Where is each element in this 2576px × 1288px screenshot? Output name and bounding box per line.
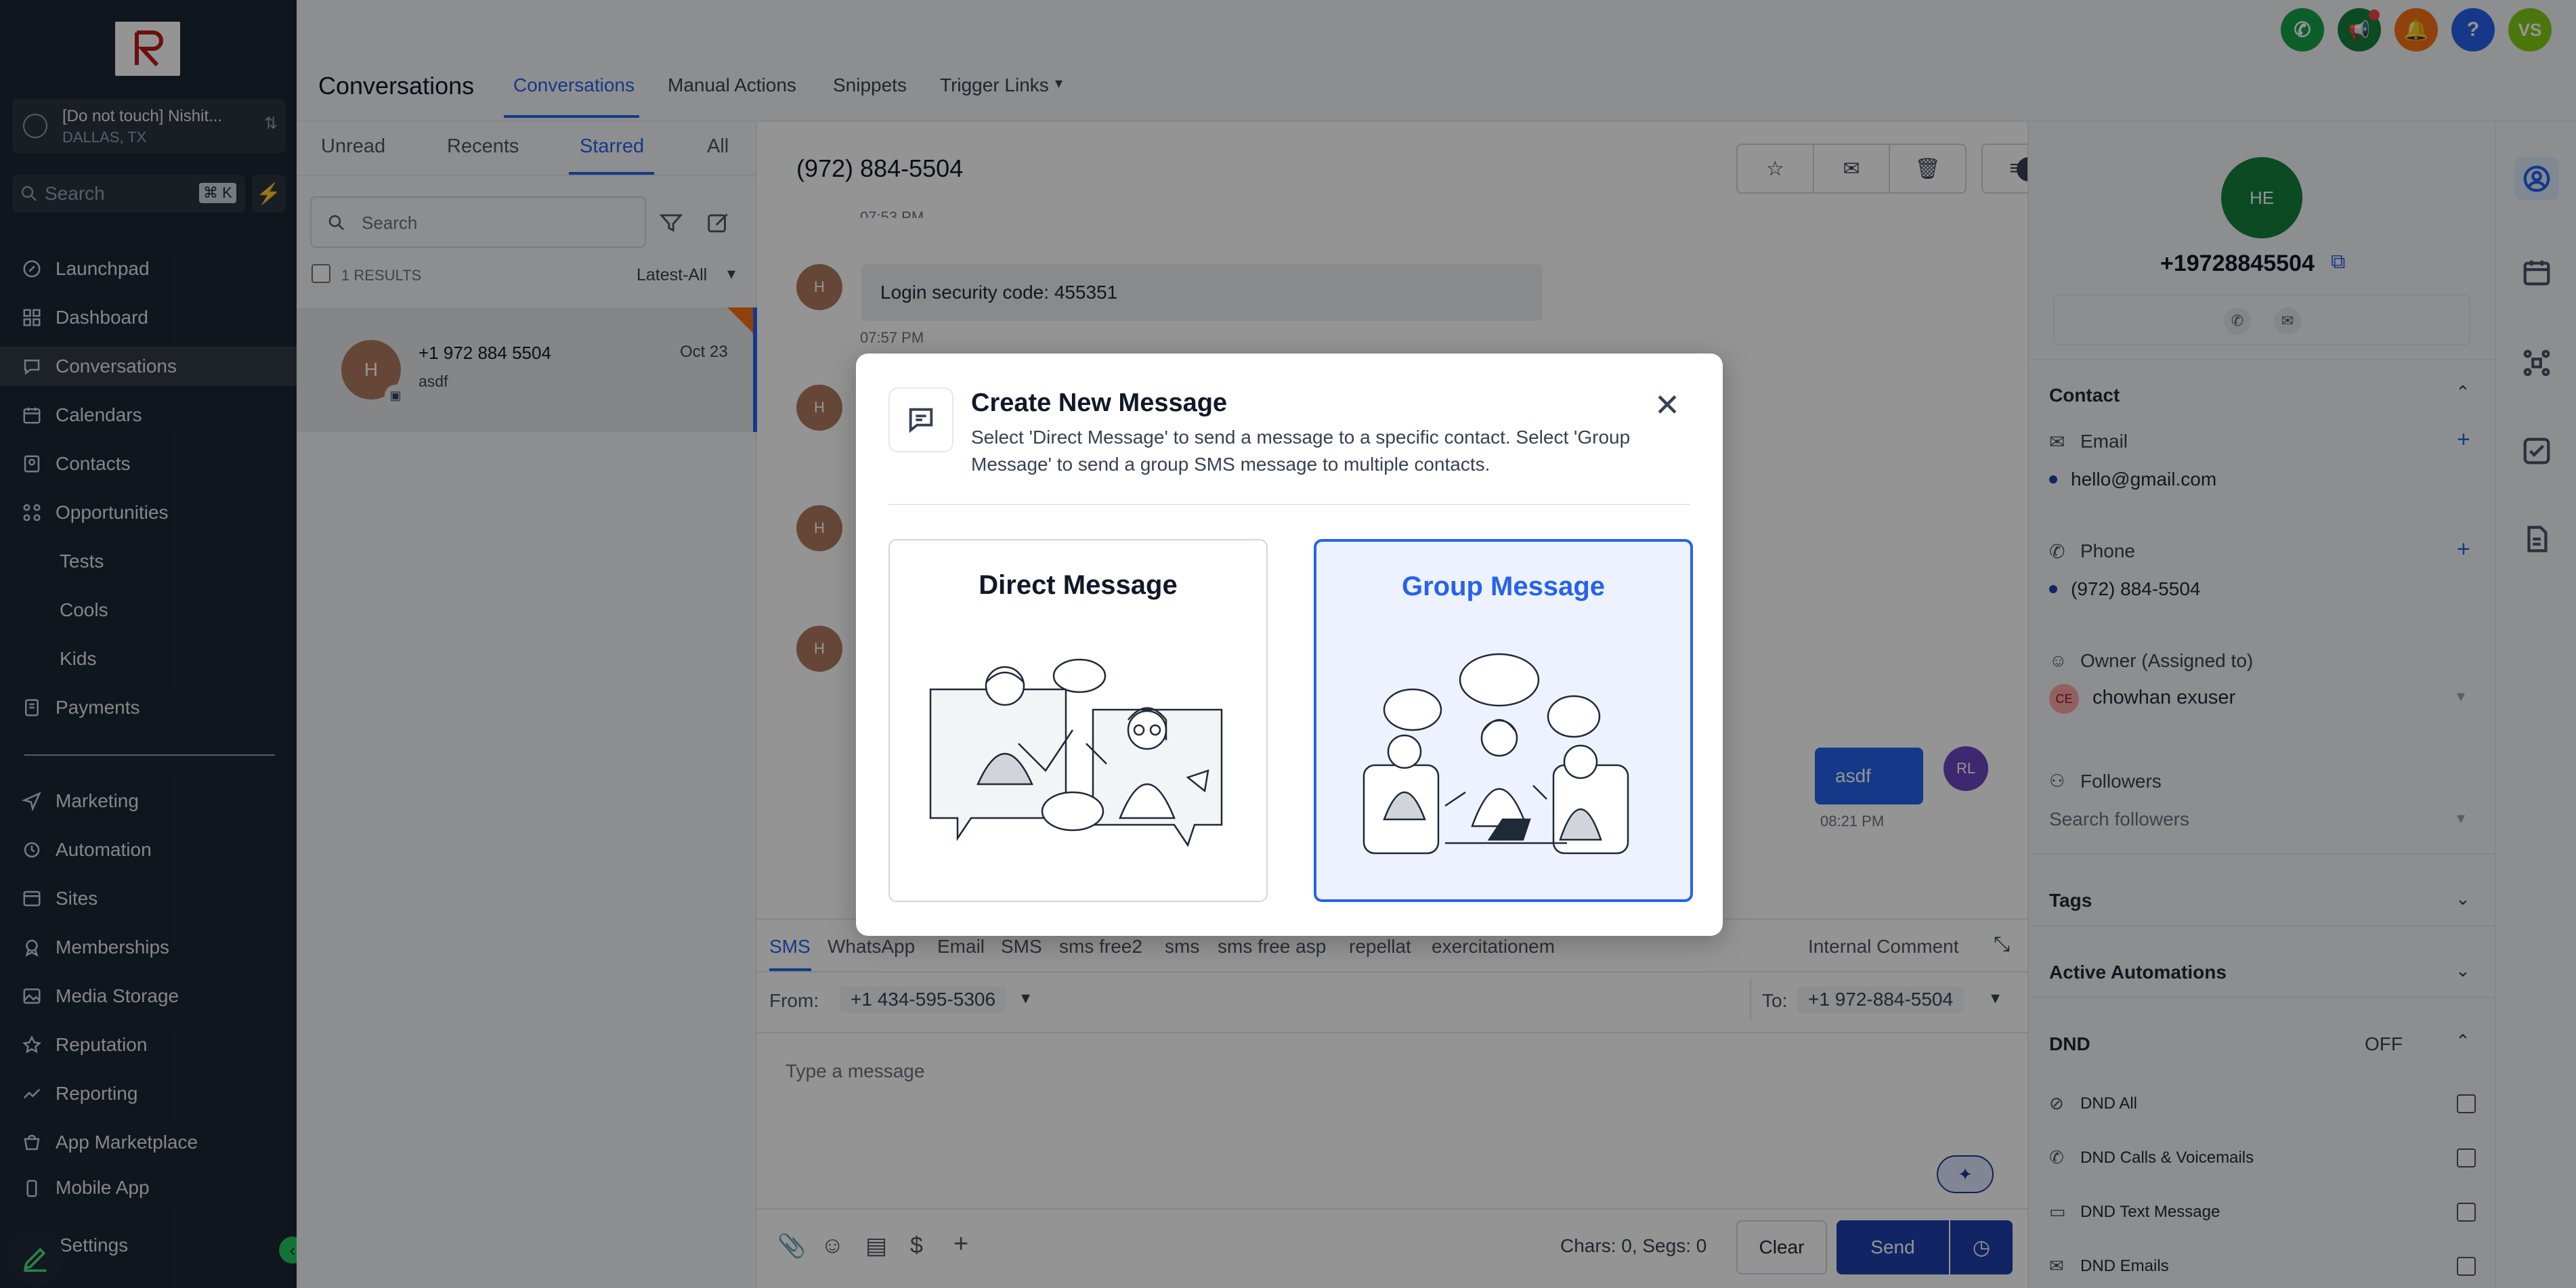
chat-bubble-icon [909, 408, 933, 433]
group-message-option[interactable]: Group Message [1314, 539, 1693, 902]
direct-message-illustration [929, 658, 1223, 847]
modal-title: Create New Message [971, 389, 1228, 417]
group-message-illustration [1362, 653, 1629, 855]
direct-message-title: Direct Message [979, 570, 1178, 600]
message-icon-box [888, 387, 953, 452]
close-button[interactable]: ✕ [1648, 386, 1686, 424]
group-message-title: Group Message [1401, 572, 1606, 601]
create-message-modal: Create New Message Select 'Direct Messag… [856, 353, 1723, 936]
direct-message-option[interactable]: Direct Message [888, 539, 1268, 902]
modal-divider [888, 504, 1690, 505]
modal-description: Select 'Direct Message' to send a messag… [971, 427, 1631, 475]
